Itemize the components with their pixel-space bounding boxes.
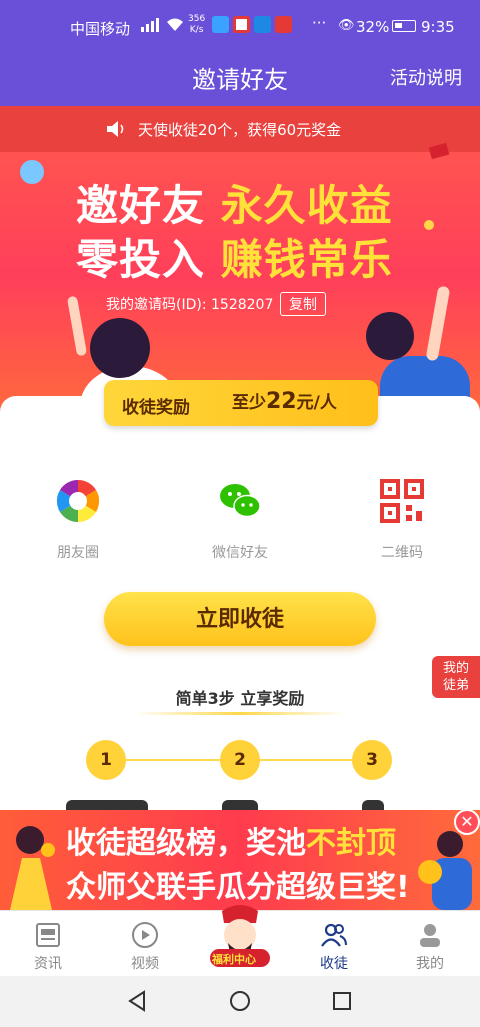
notice-text: 天使收徒20个，获得60元奖金	[138, 121, 342, 139]
nav-video[interactable]: 视频	[97, 911, 193, 977]
moments-icon	[56, 479, 100, 523]
nav-apprentice[interactable]: 收徒	[286, 911, 382, 977]
nav-welfare-center[interactable]: 福利中心	[192, 905, 288, 977]
coin-decoration	[20, 160, 44, 184]
profile-icon	[420, 924, 440, 947]
notification-icons	[212, 16, 292, 33]
reward-badge: 收徒奖励 至少22元/人	[104, 380, 378, 426]
rules-link[interactable]: 活动说明	[390, 64, 462, 90]
share-qrcode-button[interactable]: 二维码	[342, 478, 462, 562]
carrier-label: 中国移动	[70, 20, 131, 38]
banner-line-1: 收徒超级榜，奖池不封顶	[66, 826, 396, 861]
red-envelope-decoration	[428, 142, 450, 160]
nav-mine[interactable]: 我的	[382, 911, 478, 977]
app-notify-icon	[275, 16, 292, 33]
home-icon[interactable]	[229, 990, 251, 1012]
qrcode-icon	[380, 479, 424, 523]
nav-welfare-center-label: 福利中心	[212, 953, 256, 966]
eye-comfort-icon: 👁	[338, 18, 355, 33]
star-decoration	[424, 220, 434, 230]
notice-bar: 天使收徒20个，获得60元奖金	[0, 106, 480, 152]
app-header: 邀请好友 活动说明	[0, 52, 480, 106]
speaker-icon	[107, 121, 124, 137]
news-icon	[36, 923, 60, 947]
app-notify-icon	[233, 16, 250, 33]
share-moments-label: 朋友圈	[57, 545, 99, 561]
share-qrcode-label: 二维码	[381, 545, 423, 561]
back-icon[interactable]	[126, 990, 148, 1012]
bottom-nav: 资讯 视频 福利中心 收徒 我的	[0, 905, 480, 977]
clock: 9:35	[421, 18, 455, 36]
video-play-icon	[132, 922, 158, 948]
step-3-badge: 3	[352, 740, 392, 780]
people-icon	[321, 923, 347, 947]
more-dots: ···	[312, 14, 327, 32]
battery-percent: 32%	[356, 18, 390, 36]
man-with-coin-illustration	[418, 831, 472, 910]
net-speed: 356 K/s	[188, 14, 206, 35]
banner-line-2: 众师父联手瓜分超级巨奖!	[66, 870, 410, 905]
step-1-badge: 1	[86, 740, 126, 780]
copy-invite-code-button[interactable]: 复制	[280, 292, 326, 316]
app-notify-icon	[212, 16, 229, 33]
leaderboard-banner[interactable]: 收徒超级榜，奖池不封顶 众师父联手瓜分超级巨奖!	[0, 810, 480, 910]
slogan-line-1: 邀好友 永久收益	[76, 181, 393, 230]
share-wechat-label: 微信好友	[212, 545, 268, 561]
app-notify-icon	[254, 16, 271, 33]
recruit-now-button[interactable]: 立即收徒	[104, 592, 376, 646]
wechat-icon	[220, 484, 261, 518]
my-apprentices-tab[interactable]: 我的 徒弟	[432, 656, 480, 698]
share-moments-button[interactable]: 朋友圈	[18, 478, 138, 562]
share-wechat-button[interactable]: 微信好友	[180, 478, 300, 562]
girl-illustration	[10, 826, 55, 910]
invite-code: 我的邀请码(ID): 1528207	[106, 297, 274, 313]
steps-title: 简单3步 立享奖励	[134, 685, 346, 715]
signal-icon	[141, 18, 159, 32]
close-banner-button[interactable]: ✕	[454, 809, 480, 835]
status-bar: 中国移动 356 K/s ··· 👁 32% 9:35	[0, 0, 480, 52]
nav-news[interactable]: 资讯	[0, 911, 96, 977]
hero-banner: 天使收徒20个，获得60元奖金 邀好友 永久收益 零投入 赚钱常乐 我的邀请码(…	[0, 106, 480, 416]
system-nav-bar	[0, 976, 480, 1027]
wifi-icon	[167, 18, 183, 31]
recents-icon[interactable]	[331, 990, 353, 1012]
battery-icon	[392, 20, 416, 32]
step-2-badge: 2	[220, 740, 260, 780]
